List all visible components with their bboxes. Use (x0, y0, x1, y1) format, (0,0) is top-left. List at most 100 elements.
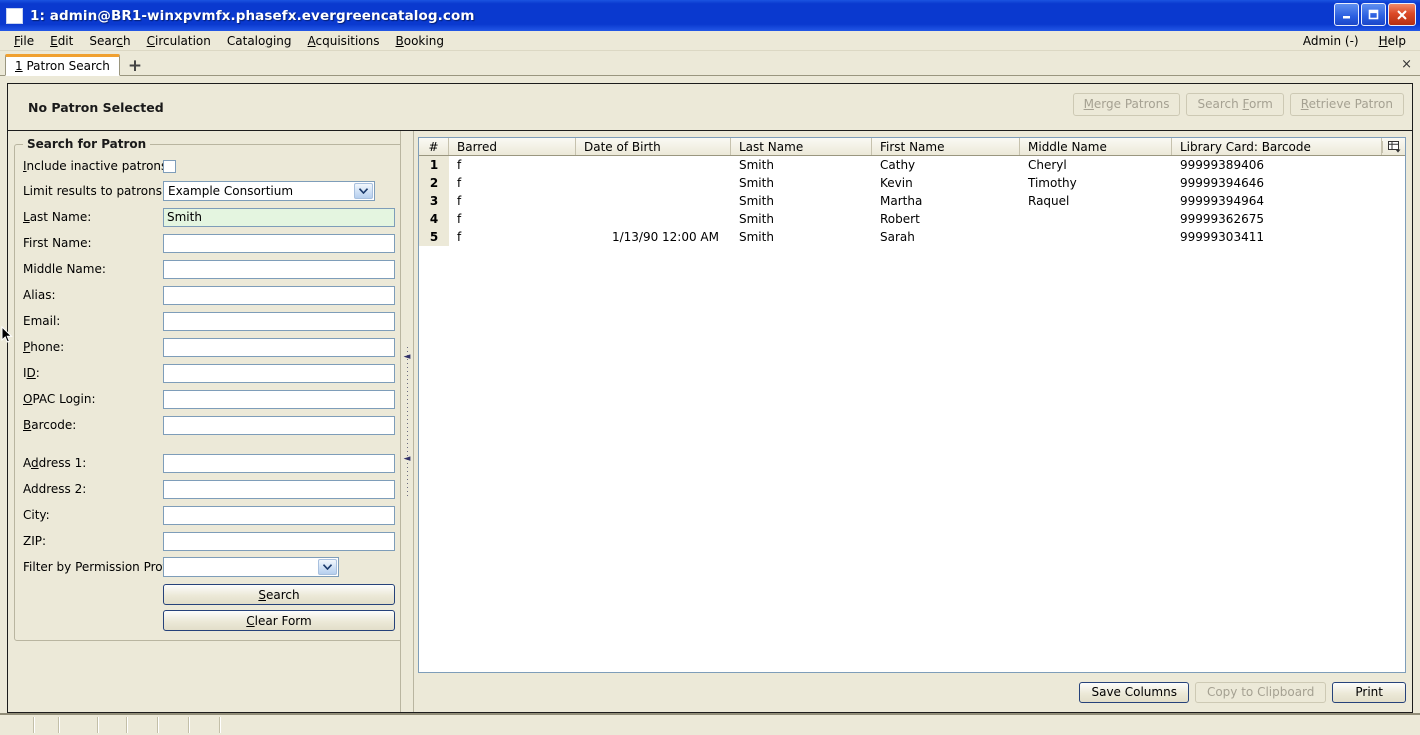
new-tab-button[interactable]: + (128, 58, 142, 75)
address2-input[interactable] (163, 479, 395, 499)
include-inactive-checkbox[interactable] (163, 159, 176, 173)
column-header-num[interactable]: # (419, 138, 449, 155)
row-search-button: Search (23, 580, 395, 606)
row-phone: Phone: (23, 334, 395, 360)
menu-help[interactable]: Help (1369, 33, 1416, 49)
phone-label: Phone: (23, 340, 65, 354)
limit-results-value: Example Consortium (168, 184, 294, 198)
search-group-legend: Search for Patron (27, 137, 147, 151)
column-header-library-card[interactable]: Library Card: Barcode (1172, 138, 1382, 155)
phone-input[interactable] (163, 337, 395, 357)
email-input[interactable] (163, 311, 395, 331)
column-header-first-name[interactable]: First Name (872, 138, 1020, 155)
cell-barcode: 99999362675 (1180, 212, 1264, 226)
menu-circulation[interactable]: Circulation (139, 33, 219, 49)
table-row[interactable]: 5 f 1/13/90 12:00 AM Smith Sarah 9999930… (419, 228, 1405, 246)
opac-login-input[interactable] (163, 389, 395, 409)
clear-form-button[interactable]: Clear Form (163, 610, 395, 631)
search-button[interactable]: Search (163, 584, 395, 605)
cell-last-name: Smith (739, 194, 774, 208)
limit-results-select[interactable]: Example Consortium (163, 181, 375, 201)
cell-first-name: Martha (880, 194, 923, 208)
table-row[interactable]: 1 f Smith Cathy Cheryl 99999389406 (419, 156, 1405, 174)
window-icon (6, 7, 23, 24)
column-header-last-name[interactable]: Last Name (731, 138, 872, 155)
column-header-barred[interactable]: Barred (449, 138, 576, 155)
menu-booking[interactable]: Booking (388, 33, 452, 49)
opac-login-label: OPAC Login: (23, 392, 96, 406)
menu-acquisitions[interactable]: Acquisitions (300, 33, 388, 49)
cell-num: 5 (419, 228, 449, 246)
patron-action-buttons: Merge Patrons Search Form Retrieve Patro… (1072, 93, 1404, 116)
cell-barcode: 99999303411 (1180, 230, 1264, 244)
maximize-button[interactable] (1361, 3, 1386, 26)
menu-edit[interactable]: Edit (42, 33, 81, 49)
status-segment (159, 717, 190, 733)
cell-middle-name (1020, 228, 1172, 246)
city-input[interactable] (163, 505, 395, 525)
print-button[interactable]: Print (1332, 681, 1406, 703)
column-header-middle-name[interactable]: Middle Name (1020, 138, 1172, 155)
column-header-dob[interactable]: Date of Birth (576, 138, 731, 155)
status-segment (99, 717, 128, 733)
id-input[interactable] (163, 363, 395, 383)
menu-admin[interactable]: Admin (-) (1293, 33, 1369, 49)
table-row[interactable]: 4 f Smith Robert 99999362675 (419, 210, 1405, 228)
results-grid-header: # Barred Date of Birth Last Name First N… (419, 138, 1405, 156)
cell-last-name: Smith (739, 158, 774, 172)
cell-dob (576, 174, 731, 192)
tab-close-icon[interactable]: × (1401, 58, 1412, 71)
retrieve-patron-button[interactable]: Retrieve Patron (1289, 93, 1404, 116)
splitter-collapse-left-icon[interactable]: ◄ (403, 353, 411, 362)
tab-patron-search[interactable]: 1 Patron Search (5, 54, 120, 76)
copy-to-clipboard-button[interactable]: Copy to Clipboard (1194, 681, 1327, 703)
cell-last-name: Smith (739, 212, 774, 226)
barcode-input[interactable] (163, 415, 395, 435)
last-name-input[interactable] (163, 207, 395, 227)
first-name-input[interactable] (163, 233, 395, 253)
pane-splitter[interactable]: ◄ ◄ (400, 131, 414, 712)
menu-file[interactable]: File (6, 33, 42, 49)
cell-first-name: Robert (880, 212, 920, 226)
row-barcode: Barcode: (23, 412, 395, 438)
minimize-button[interactable] (1334, 3, 1359, 26)
permission-profile-select[interactable] (163, 557, 339, 577)
include-inactive-label: Include inactive patrons? (23, 159, 174, 173)
table-row[interactable]: 3 f Smith Martha Raquel 99999394964 (419, 192, 1405, 210)
row-email: Email: (23, 308, 395, 334)
menu-search[interactable]: Search (81, 33, 138, 49)
close-button[interactable] (1388, 3, 1416, 26)
status-segment (221, 717, 1420, 733)
cell-barred: f (457, 230, 462, 244)
column-picker-icon[interactable] (1382, 140, 1405, 153)
title-bar: 1: admin@BR1-winxpvmfx.phasefx.evergreen… (0, 0, 1420, 31)
chevron-down-icon (318, 559, 337, 575)
cell-num: 2 (419, 174, 449, 192)
splitter-collapse-left-icon-2[interactable]: ◄ (403, 455, 411, 464)
row-first-name: First Name: (23, 230, 395, 256)
form-spacer (23, 438, 395, 450)
close-icon (1397, 10, 1407, 19)
save-columns-button[interactable]: Save Columns (1079, 681, 1189, 703)
row-alias: Alias: (23, 282, 395, 308)
minimize-icon (1343, 16, 1350, 19)
address1-input[interactable] (163, 453, 395, 473)
status-segment (2, 717, 35, 733)
id-label: ID: (23, 366, 40, 380)
cell-last-name: Smith (739, 230, 774, 244)
zip-input[interactable] (163, 531, 395, 551)
middle-name-input[interactable] (163, 259, 395, 279)
menu-bar-right: Admin (-) Help (1293, 33, 1416, 49)
alias-label: Alias: (23, 288, 56, 302)
city-label: City: (23, 508, 50, 522)
menu-cataloging[interactable]: Cataloging (219, 33, 300, 49)
cell-barred: f (457, 194, 462, 208)
split-pane: Search for Patron Include inactive patro… (7, 130, 1413, 713)
search-form-button[interactable]: Search Form (1186, 93, 1284, 116)
status-segment (190, 717, 221, 733)
alias-input[interactable] (163, 285, 395, 305)
tab-strip: 1 Patron Search + × (0, 51, 1420, 76)
merge-patrons-button[interactable]: Merge Patrons (1072, 93, 1181, 116)
cell-dob (576, 210, 731, 228)
table-row[interactable]: 2 f Smith Kevin Timothy 99999394646 (419, 174, 1405, 192)
